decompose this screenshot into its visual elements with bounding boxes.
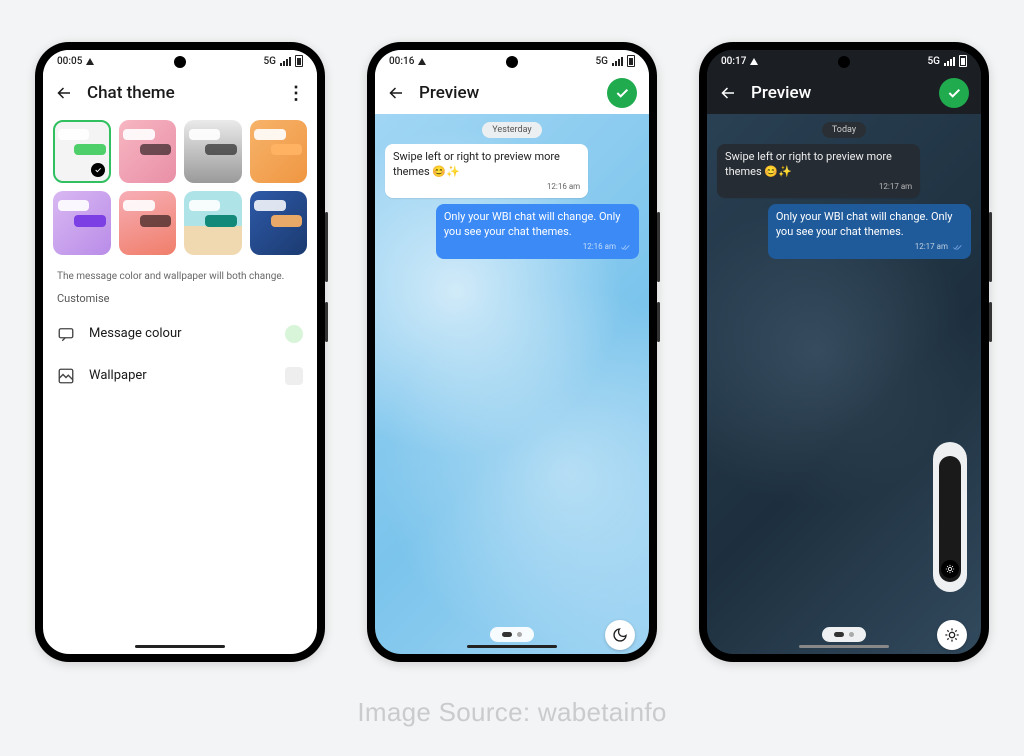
page-title: Preview	[419, 83, 593, 103]
brightness-slider[interactable]	[933, 442, 967, 592]
chat-preview-area[interactable]: Yesterday Swipe left or right to preview…	[375, 114, 649, 654]
phone-camera-cutout	[174, 56, 186, 68]
signal-icon	[750, 58, 758, 65]
phone-side-button	[989, 212, 992, 282]
status-time: 00:05	[57, 56, 82, 67]
section-customise-label: Customise	[43, 286, 317, 313]
signal-bars-icon	[280, 57, 291, 66]
back-button[interactable]	[55, 84, 73, 102]
row-wallpaper[interactable]: Wallpaper	[43, 355, 317, 397]
bubble-timestamp: 12:16 am	[393, 182, 580, 193]
brightness-knob[interactable]	[941, 560, 959, 578]
theme-pager[interactable]	[490, 627, 534, 642]
signal-icon	[86, 58, 94, 65]
bubble-timestamp: 12:17 am	[915, 242, 948, 251]
theme-tile-orange[interactable]	[250, 120, 308, 183]
chat-bubble-incoming: Swipe left or right to preview more them…	[717, 144, 920, 198]
confirm-button[interactable]	[939, 78, 969, 108]
preview-bottom-controls	[707, 627, 981, 642]
bubble-timestamp: 12:17 am	[725, 182, 912, 193]
selected-check-icon	[91, 163, 105, 177]
battery-icon	[295, 55, 303, 67]
row-label: Wallpaper	[89, 368, 271, 383]
bubble-text: Only your WBI chat will change. Only you…	[776, 210, 953, 238]
back-button[interactable]	[387, 84, 405, 102]
dark-mode-toggle[interactable]	[605, 620, 635, 650]
status-network: 5G	[928, 56, 941, 67]
pager-dot	[517, 632, 522, 637]
status-time: 00:16	[389, 56, 414, 67]
phone-preview-dark: 00:17 5G Preview Today	[699, 42, 989, 662]
message-colour-icon	[57, 325, 75, 343]
phone-side-button	[657, 302, 660, 342]
light-mode-toggle[interactable]	[937, 620, 967, 650]
bubble-text: Swipe left or right to preview more them…	[725, 150, 892, 178]
phone-side-button	[989, 302, 992, 342]
chat-bubble-outgoing: Only your WBI chat will change. Only you…	[436, 204, 639, 258]
phone-side-button	[657, 212, 660, 282]
gesture-bar	[135, 645, 225, 648]
theme-grid	[43, 114, 317, 261]
confirm-button[interactable]	[607, 78, 637, 108]
chat-bubble-outgoing: Only your WBI chat will change. Only you…	[768, 204, 971, 258]
read-ticks-icon	[621, 242, 631, 253]
theme-tile-pink[interactable]	[119, 120, 177, 183]
phone-chat-theme: 00:05 5G Chat theme ⋮	[35, 42, 325, 662]
theme-tile-purple[interactable]	[53, 191, 111, 254]
date-chip: Today	[822, 122, 866, 138]
theme-tile-coral[interactable]	[119, 191, 177, 254]
pager-dot	[849, 632, 854, 637]
colour-swatch	[285, 325, 303, 343]
signal-bars-icon	[612, 57, 623, 66]
theme-tile-navy[interactable]	[250, 191, 308, 254]
phone-camera-cutout	[506, 56, 518, 68]
back-button[interactable]	[719, 84, 737, 102]
phone-preview-light: 00:16 5G Preview Yesterday	[367, 42, 657, 662]
status-network: 5G	[264, 56, 277, 67]
read-ticks-icon	[953, 242, 963, 253]
chat-bubble-incoming: Swipe left or right to preview more them…	[385, 144, 588, 198]
page-title: Chat theme	[87, 83, 273, 103]
phone-camera-cutout	[838, 56, 850, 68]
signal-icon	[418, 58, 426, 65]
app-bar: Preview	[375, 72, 649, 114]
phone-side-button	[325, 212, 328, 282]
theme-tile-default[interactable]	[53, 120, 111, 183]
bubble-text: Swipe left or right to preview more them…	[393, 150, 560, 178]
date-chip: Yesterday	[482, 122, 541, 138]
status-time: 00:17	[721, 56, 746, 67]
brightness-track	[939, 456, 961, 582]
app-bar: Chat theme ⋮	[43, 72, 317, 114]
bubble-text: Only your WBI chat will change. Only you…	[444, 210, 621, 238]
wallpaper-icon	[57, 367, 75, 385]
info-note: The message color and wallpaper will bot…	[43, 261, 317, 286]
row-label: Message colour	[89, 326, 271, 341]
status-network: 5G	[596, 56, 609, 67]
wallpaper-swatch	[285, 367, 303, 385]
image-source-caption: Image Source: wabetainfo	[0, 697, 1024, 728]
battery-icon	[627, 55, 635, 67]
preview-bottom-controls	[375, 627, 649, 642]
battery-icon	[959, 55, 967, 67]
app-bar: Preview	[707, 72, 981, 114]
overflow-menu-button[interactable]: ⋮	[287, 83, 305, 104]
bubble-timestamp: 12:16 am	[583, 242, 616, 251]
pager-dot-active	[834, 632, 844, 637]
theme-tile-grey[interactable]	[184, 120, 242, 183]
signal-bars-icon	[944, 57, 955, 66]
theme-tile-beach[interactable]	[184, 191, 242, 254]
phone-side-button	[325, 302, 328, 342]
pager-dot-active	[502, 632, 512, 637]
theme-pager[interactable]	[822, 627, 866, 642]
page-title: Preview	[751, 83, 925, 103]
row-message-colour[interactable]: Message colour	[43, 313, 317, 355]
phone-mockup-stage: 00:05 5G Chat theme ⋮	[0, 0, 1024, 682]
